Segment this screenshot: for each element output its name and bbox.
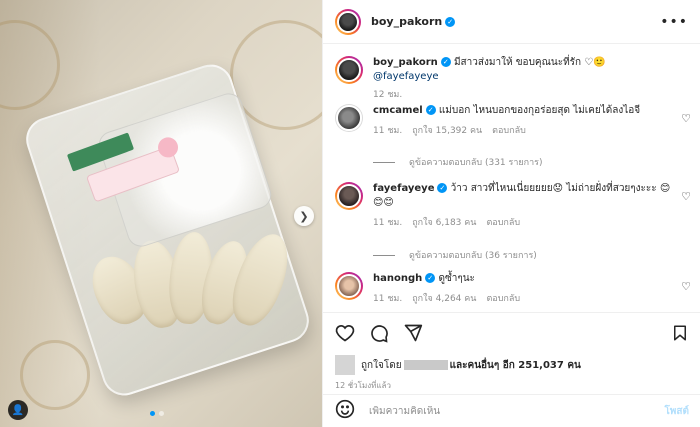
- comment-text: แม่บอก ไหนบอกของกุอร่อยสุด ไม่เคยได้ลงไอ…: [438, 105, 641, 116]
- comment-text: ดูซ้ำๆนะ: [438, 273, 475, 284]
- liked-by-prefix: ถูกใจโดย: [361, 359, 402, 371]
- verified-badge-icon: ✓: [445, 16, 456, 27]
- commenter-avatar[interactable]: [335, 104, 363, 132]
- view-replies-button[interactable]: ดูข้อความตอบกลับ (331 รายการ): [373, 155, 543, 169]
- reply-button[interactable]: ตอบกลับ: [486, 218, 520, 228]
- verified-badge-icon: ✓: [440, 57, 451, 67]
- tile-pattern: [20, 340, 90, 410]
- post-actions: ถูกใจโดย และคนอื่นๆ อีก 251,037 คน 12 ชั…: [323, 312, 700, 392]
- reply-button[interactable]: ตอบกลับ: [486, 294, 520, 304]
- post-details-panel: boy_pakorn ✓ ••• boy_pakorn ✓ มีสาวส่งมาใ…: [322, 0, 700, 427]
- comment-input[interactable]: [369, 405, 665, 417]
- comment-time: 11 ชม.: [373, 218, 403, 228]
- comment-composer: โพสต์: [323, 394, 700, 427]
- comment-like-heart-icon[interactable]: ♡: [681, 112, 691, 125]
- comment-like-heart-icon[interactable]: ♡: [681, 190, 691, 203]
- comment-item: fayefayeye ✓ ว้าว สาวที่ไหนเนี่ยยยยย😟 ไม่…: [335, 182, 691, 230]
- comment-item: hanongh ✓ ดูซ้ำๆนะ 11 ชม. ถูกใจ 4,264 คน ตอ…: [335, 272, 691, 306]
- comment-item: cmcamel ✓ แม่บอก ไหนบอกของกุอร่อยสุด ไม่เ…: [335, 104, 691, 138]
- comment-like-heart-icon[interactable]: ♡: [681, 280, 691, 293]
- comment-time: 11 ชม.: [373, 294, 403, 304]
- view-replies-button[interactable]: ดูข้อความตอบกลับ (36 รายการ): [373, 248, 537, 262]
- verified-badge-icon: ✓: [425, 273, 436, 283]
- commenter-username[interactable]: hanongh: [373, 273, 422, 284]
- author-avatar[interactable]: [335, 8, 361, 35]
- commenter-avatar[interactable]: [335, 272, 363, 300]
- comment-icon[interactable]: [369, 323, 389, 343]
- author-avatar[interactable]: [335, 56, 363, 84]
- author-username[interactable]: boy_pakorn: [371, 15, 442, 28]
- post-header: boy_pakorn ✓ •••: [323, 0, 700, 44]
- liker-username-blurred[interactable]: [403, 360, 448, 370]
- caption-time: 12 ชม.: [373, 90, 403, 100]
- share-icon[interactable]: [403, 323, 423, 343]
- post-photo[interactable]: ❯ 👤: [0, 0, 322, 427]
- carousel-indicator: [150, 411, 164, 416]
- comments-list: boy_pakorn ✓ มีสาวส่งมาให้ ขอบคุณนะที่รัก…: [323, 44, 700, 312]
- caption-text: มีสาวส่งมาให้ ขอบคุณนะที่รัก ♡🙂: [453, 57, 606, 68]
- comment-like-count[interactable]: ถูกใจ 4,264 คน: [412, 294, 476, 304]
- like-heart-icon[interactable]: [335, 323, 355, 343]
- commenter-username[interactable]: cmcamel: [373, 105, 423, 116]
- save-bookmark-icon[interactable]: [671, 323, 689, 343]
- liked-by-count[interactable]: และคนอื่นๆ อีก 251,037 คน: [450, 358, 581, 373]
- tagged-users-icon[interactable]: 👤: [8, 400, 28, 420]
- comment-time: 11 ชม.: [373, 126, 403, 136]
- liked-by: ถูกใจโดย และคนอื่นๆ อีก 251,037 คน: [335, 355, 689, 375]
- reply-button[interactable]: ตอบกลับ: [492, 126, 526, 136]
- verified-badge-icon: ✓: [425, 105, 436, 115]
- comment-like-count[interactable]: ถูกใจ 6,183 คน: [412, 218, 476, 228]
- caption: boy_pakorn ✓ มีสาวส่งมาให้ ขอบคุณนะที่รัก…: [335, 56, 691, 102]
- next-photo-button[interactable]: ❯: [294, 206, 314, 226]
- emoji-icon[interactable]: [335, 399, 355, 423]
- posted-time: 12 ชั่วโมงที่แล้ว: [335, 381, 391, 390]
- verified-badge-icon: ✓: [437, 183, 448, 193]
- more-options-icon[interactable]: •••: [660, 14, 688, 30]
- post-comment-button[interactable]: โพสต์: [664, 404, 689, 419]
- caption-mention-link[interactable]: @fayefayeye: [373, 71, 439, 82]
- caption-username[interactable]: boy_pakorn: [373, 57, 438, 68]
- commenter-username[interactable]: fayefayeye: [373, 183, 434, 194]
- liker-avatar[interactable]: [335, 355, 355, 375]
- commenter-avatar[interactable]: [335, 182, 363, 210]
- comment-like-count[interactable]: ถูกใจ 15,392 คน: [412, 126, 482, 136]
